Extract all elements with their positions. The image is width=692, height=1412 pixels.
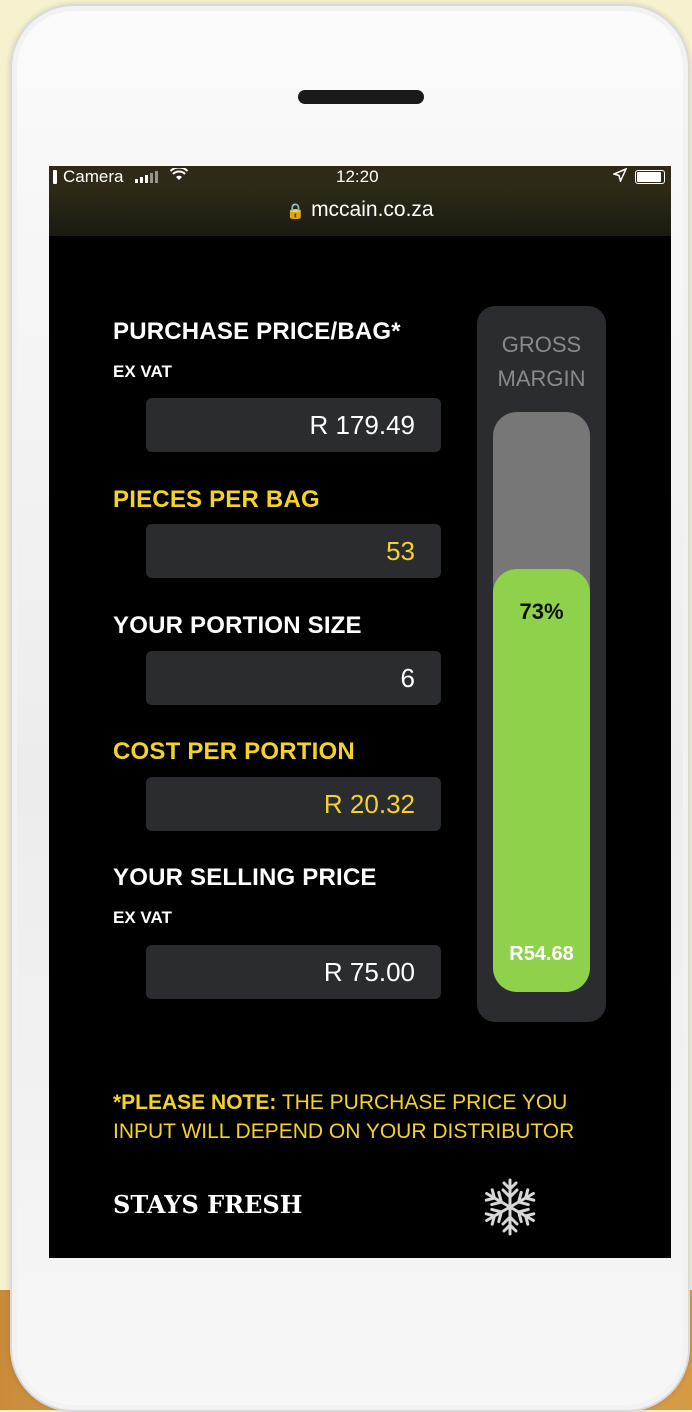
phone-screen: Camera 12:20 🔒 mccain.co.za PURCHASE PRIC… xyxy=(49,166,671,1258)
url-text[interactable]: mccain.co.za xyxy=(311,198,434,221)
gross-margin-title-line1: GROSS xyxy=(501,332,582,357)
gross-margin-title: GROSS MARGIN xyxy=(477,328,606,396)
status-bar: Camera 12:20 xyxy=(49,166,671,188)
purchase-price-sublabel: EX VAT xyxy=(113,362,172,381)
gross-margin-tube: 73% R54.68 xyxy=(493,412,590,992)
gross-margin-fill: 73% R54.68 xyxy=(493,568,590,992)
selling-price-label: YOUR SELLING PRICE xyxy=(113,864,377,891)
cost-per-portion-label: COST PER PORTION xyxy=(113,738,355,765)
stays-fresh-label: STAYS FRESH xyxy=(113,1190,303,1219)
cost-per-portion-field: R 20.32 xyxy=(146,777,441,831)
location-arrow-icon xyxy=(611,166,628,188)
margin-calculator: PURCHASE PRICE/BAG* EX VAT R 179.49 PIEC… xyxy=(49,236,671,1258)
gross-margin-amount: R54.68 xyxy=(509,943,574,965)
signal-icon xyxy=(135,171,159,183)
lock-icon: 🔒 xyxy=(286,203,306,220)
carrier-label[interactable]: Camera xyxy=(63,166,123,188)
browser-url-bar[interactable]: 🔒 mccain.co.za xyxy=(49,188,671,236)
purchase-price-input[interactable]: R 179.49 xyxy=(146,398,441,452)
pieces-per-bag-label: PIECES PER BAG xyxy=(113,486,320,513)
phone-frame: Camera 12:20 🔒 mccain.co.za PURCHASE PRIC… xyxy=(10,4,690,1412)
wifi-icon xyxy=(170,166,189,188)
back-indicator-icon[interactable] xyxy=(53,170,57,184)
status-time: 12:20 xyxy=(336,167,379,186)
gross-margin-percent: 73% xyxy=(519,598,564,624)
battery-icon xyxy=(635,170,665,184)
selling-price-input[interactable]: R 75.00 xyxy=(146,945,441,999)
snowflake-icon xyxy=(479,1176,541,1238)
pieces-per-bag-field: 53 xyxy=(146,524,441,578)
speaker-grille xyxy=(298,90,424,104)
selling-price-sublabel: EX VAT xyxy=(113,908,172,927)
gross-margin-gauge: GROSS MARGIN 73% R54.68 xyxy=(477,306,606,1022)
note-bold-prefix: *PLEASE NOTE: xyxy=(113,1091,277,1114)
portion-size-input[interactable]: 6 xyxy=(146,651,441,705)
purchase-price-note: *PLEASE NOTE: THE PURCHASE PRICE YOU INP… xyxy=(113,1088,593,1146)
gross-margin-title-line2: MARGIN xyxy=(497,366,586,391)
portion-size-label: YOUR PORTION SIZE xyxy=(113,612,362,639)
purchase-price-label: PURCHASE PRICE/BAG* xyxy=(113,318,401,345)
